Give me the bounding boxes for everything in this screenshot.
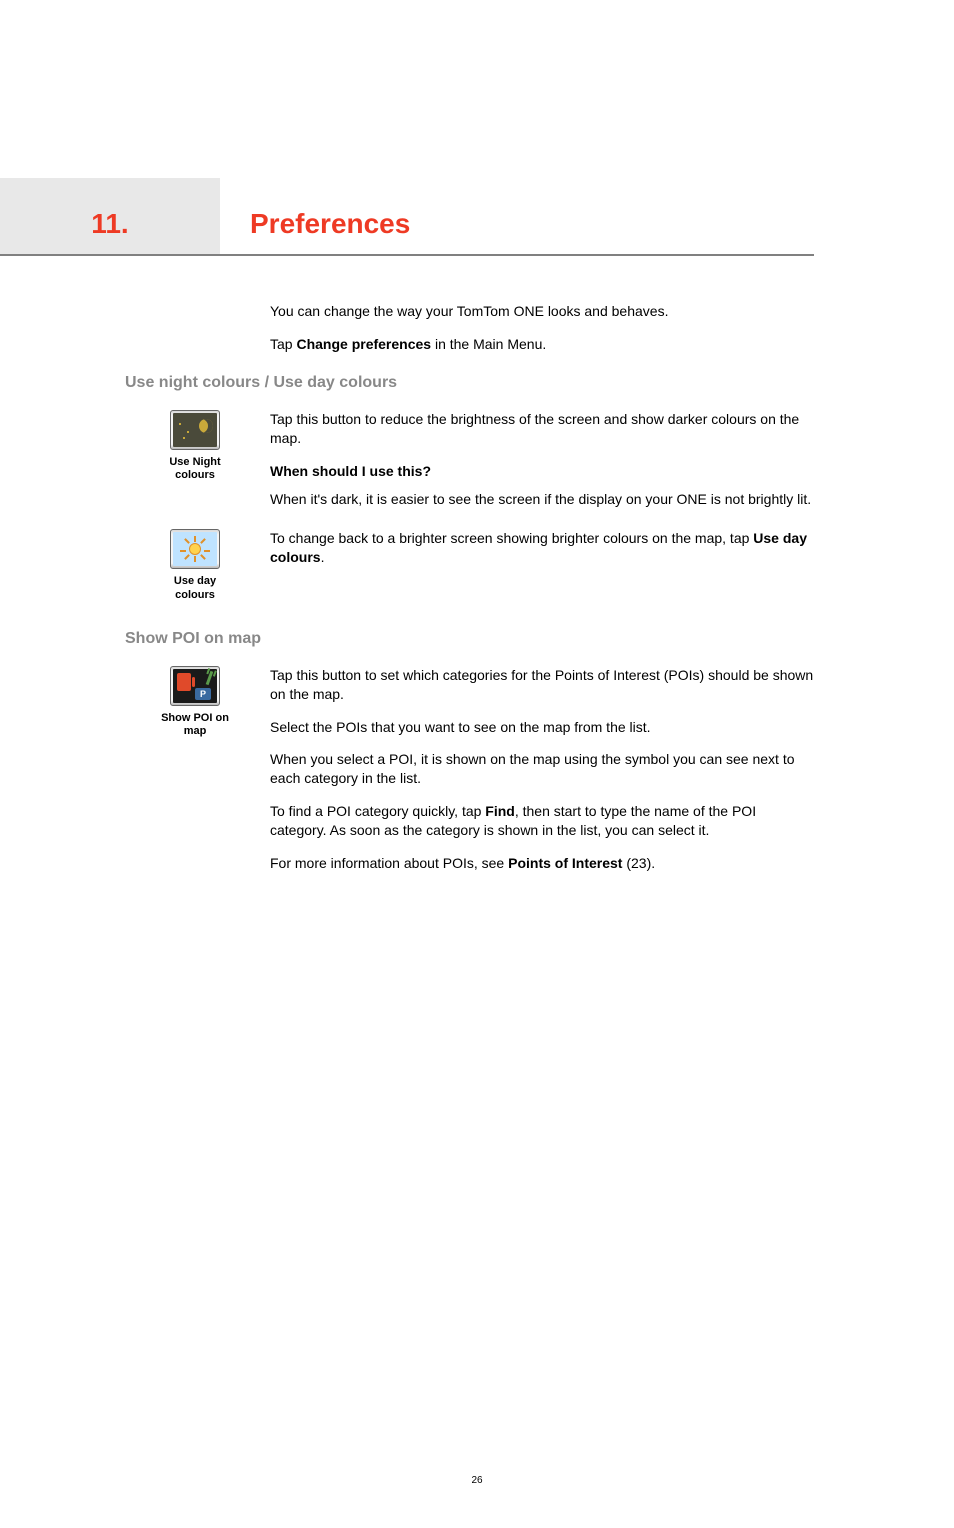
text: (23). bbox=[622, 855, 655, 871]
caption-line: Use day bbox=[174, 575, 216, 587]
day-colours-caption: Use day colours bbox=[174, 575, 216, 601]
text: Tap bbox=[270, 336, 296, 352]
caption-line: colours bbox=[175, 589, 215, 601]
day-p1: To change back to a brighter screen show… bbox=[270, 529, 814, 567]
change-preferences-action: Change preferences bbox=[296, 336, 431, 352]
poi-p3: When you select a POI, it is shown on th… bbox=[270, 750, 814, 788]
show-poi-caption: Show POI on map bbox=[161, 712, 229, 738]
day-colours-icon bbox=[170, 529, 220, 569]
night-p1: Tap this button to reduce the brightness… bbox=[270, 410, 814, 448]
text: . bbox=[321, 549, 325, 565]
find-action: Find bbox=[485, 803, 515, 819]
park-symbol: P bbox=[195, 688, 211, 700]
night-p2: When it's dark, it is easier to see the … bbox=[270, 490, 814, 509]
poi-p5: For more information about POIs, see Poi… bbox=[270, 854, 814, 873]
caption-line: Use Night bbox=[169, 456, 220, 468]
poi-p1: Tap this button to set which categories … bbox=[270, 666, 814, 704]
intro-paragraph-1: You can change the way your TomTom ONE l… bbox=[270, 302, 814, 321]
caption-line: colours bbox=[175, 469, 215, 481]
section-title-colours: Use night colours / Use day colours bbox=[125, 374, 954, 392]
intro-paragraph-2: Tap Change preferences in the Main Menu. bbox=[270, 335, 814, 354]
show-poi-icon: P bbox=[170, 666, 220, 706]
text: To find a POI category quickly, tap bbox=[270, 803, 485, 819]
text: in the Main Menu. bbox=[431, 336, 546, 352]
chapter-title: Preferences bbox=[220, 178, 410, 254]
page-number: 26 bbox=[0, 1475, 954, 1486]
text: For more information about POIs, see bbox=[270, 855, 508, 871]
poi-p4: To find a POI category quickly, tap Find… bbox=[270, 802, 814, 840]
poi-p2: Select the POIs that you want to see on … bbox=[270, 718, 814, 737]
points-of-interest-xref: Points of Interest bbox=[508, 855, 622, 871]
chapter-header: 11. Preferences bbox=[0, 178, 814, 256]
caption-line: Show POI on bbox=[161, 712, 229, 724]
night-colours-icon bbox=[170, 410, 220, 450]
text: To change back to a brighter screen show… bbox=[270, 530, 753, 546]
caption-line: map bbox=[184, 725, 207, 737]
section-title-poi: Show POI on map bbox=[125, 630, 954, 648]
chapter-number: 11. bbox=[0, 178, 220, 254]
night-colours-caption: Use Night colours bbox=[169, 456, 220, 482]
night-subheading: When should I use this? bbox=[270, 462, 814, 481]
